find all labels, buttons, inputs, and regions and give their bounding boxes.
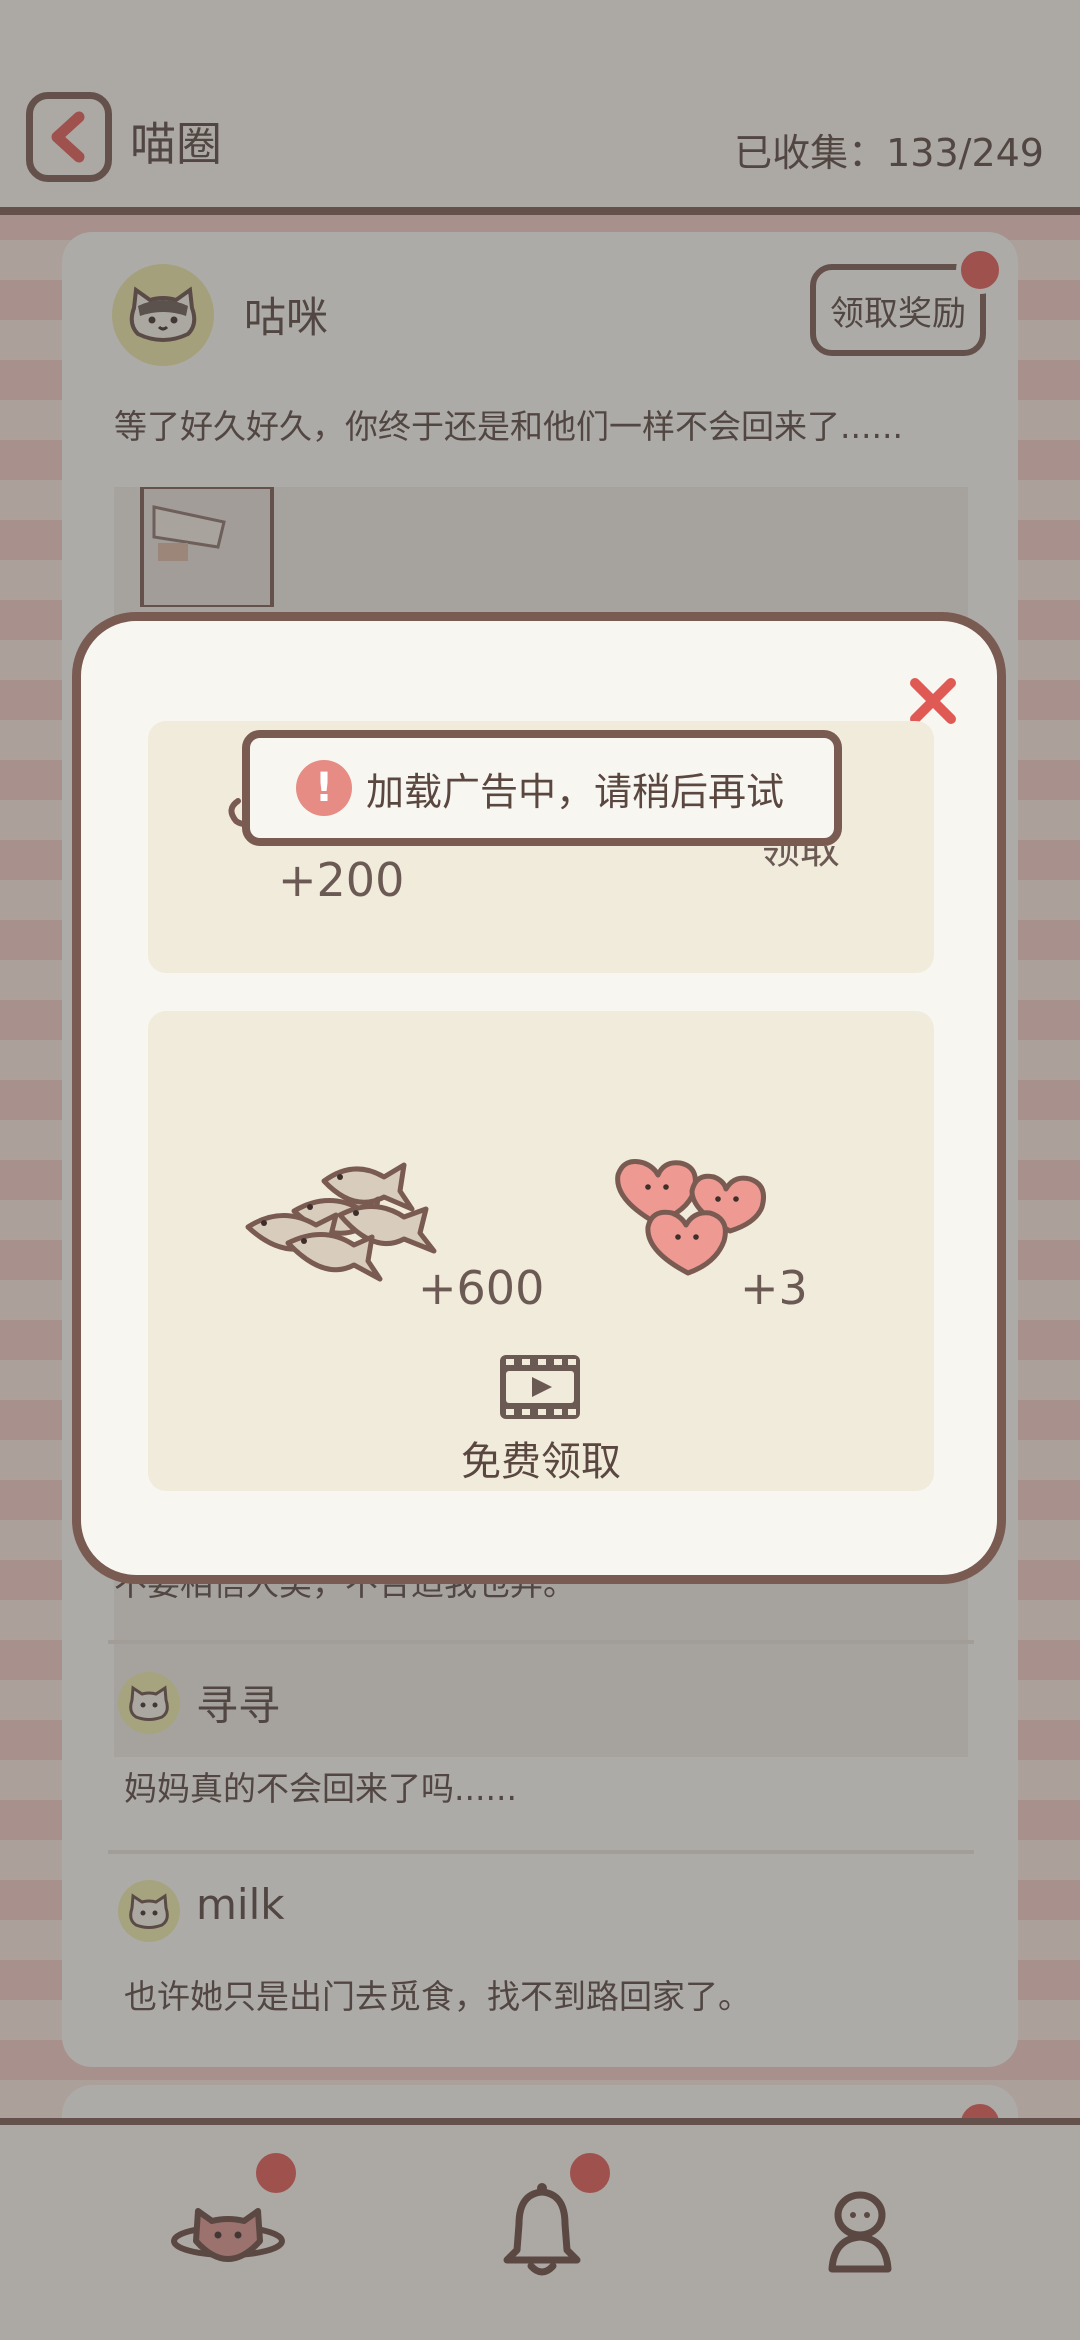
- coin-amount: +600: [418, 1261, 545, 1315]
- toast-text: 加载广告中，请稍后再试: [366, 769, 785, 814]
- video-icon: [500, 1355, 580, 1419]
- heart-amount: +3: [740, 1261, 808, 1315]
- reward-option-ad[interactable]: +600 +3 免费领取: [148, 1011, 934, 1491]
- alert-icon: !: [296, 760, 352, 816]
- free-claim-label: 免费领取: [461, 1439, 621, 1485]
- coin-amount: +200: [278, 853, 405, 907]
- toast-message: ! 加载广告中，请稍后再试: [242, 730, 842, 846]
